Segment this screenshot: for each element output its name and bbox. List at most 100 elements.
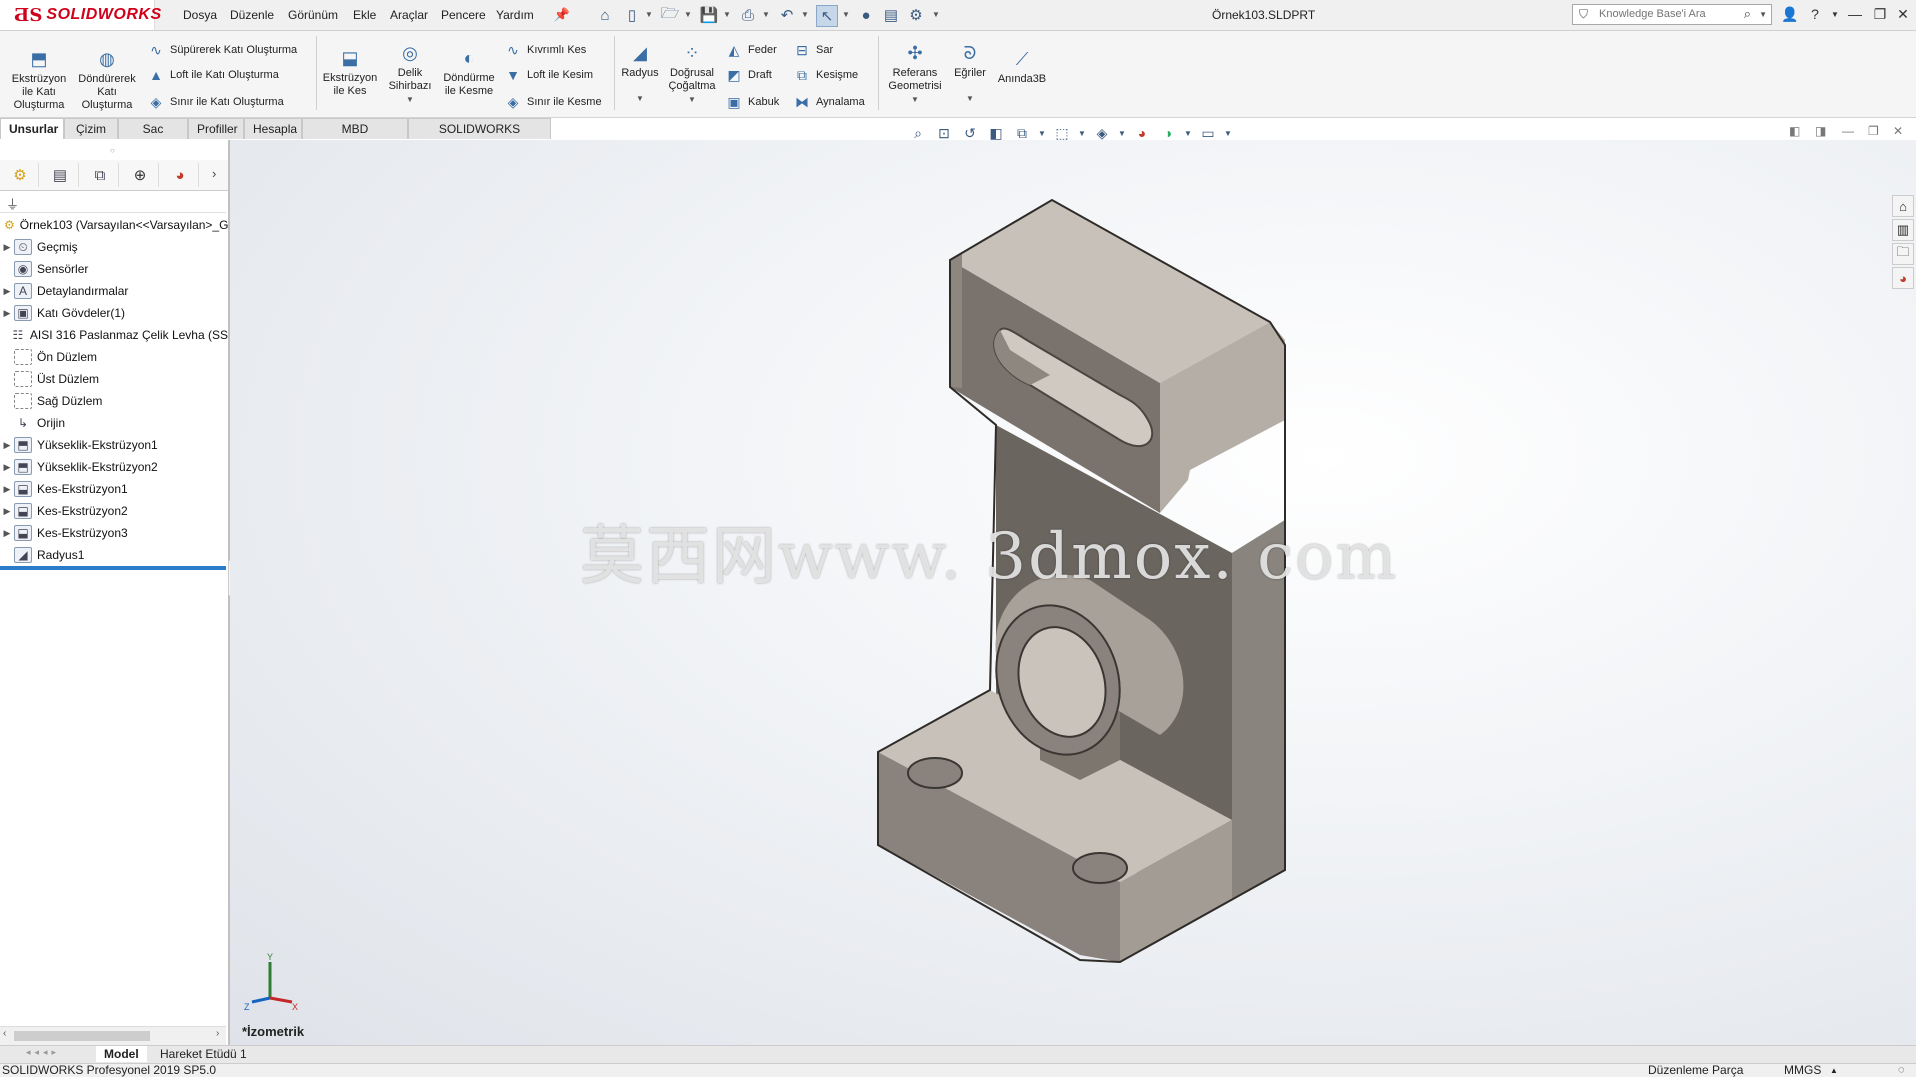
expand-arrow-icon[interactable]: ▶ [0, 242, 14, 253]
panel-splitter-handle[interactable]: ○ [110, 146, 115, 155]
shell-button[interactable]: ▣ Kabuk [724, 93, 779, 111]
tree-item[interactable]: ▶ ⏲ Geçmiş [0, 237, 228, 257]
tab-model[interactable]: Model [96, 1046, 147, 1062]
tab-solidworks-eklentileri[interactable]: SOLIDWORKS Eklentileri [408, 118, 551, 157]
section-view-icon[interactable]: ◧ [986, 123, 1006, 143]
print-icon[interactable]: ⎙ [738, 5, 758, 25]
open-dropdown-arrow[interactable]: ▼ [684, 10, 692, 19]
quick-tips-icon[interactable]: ◌ [1898, 1064, 1905, 1077]
file-explorer-icon[interactable]: 🗀 [1892, 243, 1914, 265]
annotation-dropdown-arrow[interactable]: ▼ [1038, 123, 1046, 143]
tree-item[interactable]: ▶ ▣ Katı Gövdeler(1) [0, 303, 228, 323]
boundary-boss-button[interactable]: ◈ Sınır ile Katı Oluşturma [146, 93, 284, 111]
extrude-boss-button[interactable]: ⬒ Ekstrüzyon ile Katı Oluşturma [6, 48, 72, 112]
tab-motion-study[interactable]: Hareket Etüdü 1 [152, 1046, 255, 1062]
viewport-tile-left-icon[interactable]: ◧ [1789, 124, 1800, 138]
expand-arrow-icon[interactable]: ▶ [0, 528, 14, 539]
undo-dropdown-arrow[interactable]: ▼ [801, 10, 809, 19]
tree-item[interactable]: ▶ ⬓ Kes-Ekstrüzyon2 [0, 501, 228, 521]
rollback-bar[interactable] [0, 566, 226, 570]
solidworks-resources-icon[interactable]: ⌂ [1892, 195, 1914, 217]
tree-item[interactable]: ☷ AISI 316 Paslanmaz Çelik Levha (SS [0, 325, 229, 345]
new-dropdown-arrow[interactable]: ▼ [645, 10, 653, 19]
tree-root-part[interactable]: ⚙ Örnek103 (Varsayılan<<Varsayılan>_G [0, 215, 228, 235]
revolve-cut-button[interactable]: ◐ Döndürme ile Kesme [440, 47, 498, 98]
tree-item[interactable]: ◢ Radyus1 [0, 545, 228, 565]
minimize-window-icon[interactable]: — [1845, 6, 1865, 22]
hole-wizard-dropdown-arrow[interactable]: ▼ [382, 93, 438, 106]
property-manager-tab-icon[interactable]: ▤ [42, 163, 79, 187]
search-input[interactable] [1597, 7, 1751, 21]
tab-mbd-dimensions[interactable]: MBD Dimensions [302, 118, 408, 157]
fillet-button[interactable]: ◢ Radyus ▼ [616, 42, 664, 105]
tab-profiller[interactable]: Profiller [188, 118, 244, 139]
linear-pattern-dropdown-arrow[interactable]: ▼ [664, 93, 720, 106]
menu-yardim[interactable]: Yardım [496, 8, 534, 22]
tree-item[interactable]: ▶ ⬒ Yükseklik-Ekstrüzyon1 [0, 435, 228, 455]
scene-dropdown-arrow[interactable]: ▼ [1184, 123, 1192, 143]
edit-appearance-icon[interactable]: ◕ [1132, 123, 1152, 143]
expand-arrow-icon[interactable]: ▶ [0, 484, 14, 495]
pin-icon[interactable]: 📌 [552, 5, 572, 25]
save-icon[interactable]: 💾 [699, 5, 719, 25]
tab-cizim[interactable]: Çizim [64, 118, 118, 139]
dynamic-annotation-icon[interactable]: ⧉ [1012, 123, 1032, 143]
expand-arrow-icon[interactable]: ▶ [0, 440, 14, 451]
help-dropdown-arrow[interactable]: ▼ [1825, 10, 1845, 19]
options-dropdown-arrow[interactable]: ▼ [932, 10, 940, 19]
tab-navigation-arrows[interactable]: ◂◂◂▸ [26, 1047, 60, 1058]
zoom-to-area-icon[interactable]: ⊡ [934, 123, 954, 143]
loft-boss-button[interactable]: ▲ Loft ile Katı Oluşturma [146, 66, 279, 84]
configuration-manager-tab-icon[interactable]: ⧉ [82, 163, 119, 187]
curves-button[interactable]: ᘐ Eğriler ▼ [950, 42, 990, 105]
tree-item[interactable]: ▶ ⬒ Yükseklik-Ekstrüzyon2 [0, 457, 228, 477]
feature-manager-tab-icon[interactable]: ⚙ [2, 163, 39, 187]
file-properties-icon[interactable]: ▤ [881, 5, 901, 25]
viewport-minimize-icon[interactable]: — [1842, 124, 1854, 138]
chevron-right-icon[interactable]: › [212, 166, 216, 181]
tab-unsurlar[interactable]: Unsurlar [0, 118, 64, 139]
open-folder-icon[interactable]: 🗁 [660, 5, 680, 25]
filter-icon[interactable]: ⏚ [6, 194, 19, 213]
hole-wizard-button[interactable]: ◎ Delik Sihirbazı ▼ [382, 42, 438, 106]
appearances-icon[interactable]: ◕ [1892, 267, 1914, 289]
view-settings-dropdown-arrow[interactable]: ▼ [1224, 123, 1232, 143]
revolve-boss-button[interactable]: ◍ Döndürerek Katı Oluşturma [74, 48, 140, 112]
tree-item[interactable]: ▶ ⬓ Kes-Ekstrüzyon3 [0, 523, 228, 543]
units-dropdown-arrow[interactable]: ▲ [1830, 1064, 1838, 1077]
options-gear-icon[interactable]: ⚙ [906, 5, 926, 25]
new-document-icon[interactable]: ▯ [622, 5, 642, 25]
viewport-close-icon[interactable]: ✕ [1893, 124, 1903, 138]
instant3d-button[interactable]: ⟋ Anında3B [994, 48, 1050, 86]
scroll-right-icon[interactable]: › [216, 1028, 219, 1039]
tree-item[interactable]: ↳ Orijin [0, 413, 228, 433]
expand-arrow-icon[interactable]: ▶ [0, 506, 14, 517]
previous-view-icon[interactable]: ↺ [960, 123, 980, 143]
help-icon[interactable]: ? [1805, 6, 1825, 22]
home-icon[interactable]: ⌂ [595, 5, 615, 25]
menu-dosya[interactable]: Dosya [183, 8, 217, 22]
view-settings-icon[interactable]: ▭ [1198, 123, 1218, 143]
tab-hesapla[interactable]: Hesapla [244, 118, 302, 139]
tree-item[interactable]: Üst Düzlem [0, 369, 228, 389]
dimxpert-tab-icon[interactable]: ⊕ [122, 163, 159, 187]
coordinate-triad[interactable]: Y X Z [240, 950, 300, 1010]
restore-window-icon[interactable]: ❐ [1870, 6, 1890, 23]
expand-arrow-icon[interactable]: ▶ [0, 286, 14, 297]
scroll-left-icon[interactable]: ‹ [3, 1028, 6, 1039]
display-style-dropdown-arrow[interactable]: ▼ [1118, 123, 1126, 143]
loft-cut-button[interactable]: ▼ Loft ile Kesim [503, 66, 593, 84]
search-dropdown-arrow[interactable]: ▼ [1759, 10, 1767, 19]
solidworks-logo[interactable]: ƋS SOLIDWORKS [0, 0, 161, 30]
tree-item[interactable]: ▶ ⬓ Kes-Ekstrüzyon1 [0, 479, 228, 499]
curves-dropdown-arrow[interactable]: ▼ [950, 92, 990, 105]
expand-arrow-icon[interactable]: ▶ [0, 308, 14, 319]
reference-geometry-button[interactable]: ✣ Referans Geometrisi ▼ [880, 42, 950, 106]
swept-cut-button[interactable]: ∿ Kıvrımlı Kes [503, 41, 586, 59]
undo-icon[interactable]: ↶ [777, 5, 797, 25]
select-dropdown-arrow[interactable]: ▼ [842, 10, 850, 19]
tree-item[interactable]: Ön Düzlem [0, 347, 228, 367]
display-style-icon[interactable]: ◈ [1092, 123, 1112, 143]
linear-pattern-button[interactable]: ⁘ Doğrusal Çoğaltma ▼ [664, 42, 720, 106]
extrude-cut-button[interactable]: ⬓ Ekstrüzyon ile Kes [318, 47, 382, 98]
